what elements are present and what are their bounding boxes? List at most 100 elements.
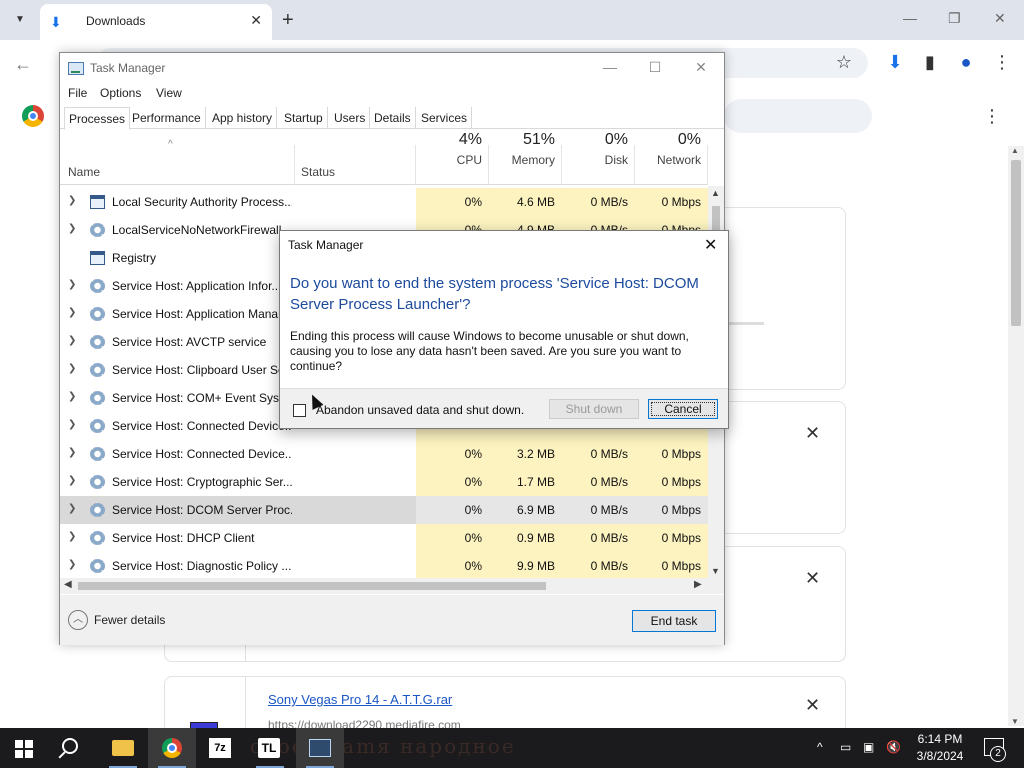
column-header-memory[interactable]: 51% Memory xyxy=(489,131,555,167)
volume-muted-icon[interactable]: 🔇 xyxy=(886,740,901,754)
side-panel-icon[interactable]: ▮ xyxy=(919,52,941,73)
scroll-right-arrow-icon[interactable]: ▶ xyxy=(694,579,702,590)
expand-chevron-icon[interactable]: ❯ xyxy=(68,391,78,402)
process-name: Service Host: Clipboard User Ser... xyxy=(112,363,292,377)
download-file-link[interactable]: Sony Vegas Pro 14 - A.T.T.G.rar xyxy=(268,692,452,707)
process-name: Service Host: Application Mana... xyxy=(112,307,289,321)
remove-download-icon[interactable]: ✕ xyxy=(805,423,820,444)
remove-download-icon[interactable]: ✕ xyxy=(805,568,820,589)
browser-restore-button[interactable]: ❐ xyxy=(948,10,961,27)
browser-close-button[interactable]: ✕ xyxy=(994,10,1006,27)
maximize-button[interactable]: ☐ xyxy=(640,59,670,76)
table-row[interactable]: ❯ Service Host: Connected Device... 0% 3.2 … xyxy=(60,440,708,468)
expand-chevron-icon[interactable]: ❯ xyxy=(68,559,78,570)
gear-icon xyxy=(90,307,105,321)
abandon-data-checkbox[interactable] xyxy=(293,404,306,417)
search-icon[interactable] xyxy=(62,738,78,754)
column-header-cpu[interactable]: 4% CPU xyxy=(416,131,482,167)
window-icon xyxy=(90,195,105,209)
tab-performance[interactable]: Performance xyxy=(128,107,206,129)
expand-chevron-icon[interactable]: ❯ xyxy=(68,447,78,458)
expand-chevron-icon[interactable]: ❯ xyxy=(68,531,78,542)
scroll-down-arrow-icon[interactable]: ▼ xyxy=(711,566,720,576)
profile-avatar-icon[interactable]: ● xyxy=(955,52,977,73)
scroll-up-arrow-icon[interactable]: ▲ xyxy=(1011,146,1019,155)
expand-chevron-icon[interactable]: ❯ xyxy=(68,195,78,206)
system-clock[interactable]: 6:14 PM 3/8/2024 xyxy=(908,731,972,765)
process-cpu-value: 0% xyxy=(464,195,482,209)
tab-app-history[interactable]: App history xyxy=(208,107,278,129)
gear-icon xyxy=(90,419,105,433)
scroll-left-arrow-icon[interactable]: ◀ xyxy=(64,579,72,590)
process-memory-value: 9.9 MB xyxy=(516,559,555,573)
tab-users[interactable]: Users xyxy=(330,107,371,129)
dialog-title: Task Manager xyxy=(288,238,364,252)
column-header-name[interactable]: Name xyxy=(68,165,100,179)
table-row[interactable]: ❯ Service Host: DHCP Client 0% 0.9 MB 0 MB/s… xyxy=(60,524,708,552)
downloads-toolbar-icon[interactable]: ⬇ xyxy=(884,52,906,73)
tablet-icon[interactable]: ▭ xyxy=(840,740,851,754)
minimize-button[interactable]: — xyxy=(595,59,625,75)
menu-options[interactable]: Options xyxy=(100,86,141,100)
downloads-menu-icon[interactable]: ⋮ xyxy=(983,106,1001,127)
expand-chevron-icon[interactable]: ❯ xyxy=(68,475,78,486)
cpu-label: CPU xyxy=(456,153,482,167)
bookmark-star-icon[interactable]: ☆ xyxy=(833,52,855,73)
fewer-details-button[interactable]: ︿ Fewer details xyxy=(68,610,188,632)
new-tab-button[interactable]: + xyxy=(282,8,294,32)
column-header-network[interactable]: 0% Network xyxy=(635,131,701,167)
close-button[interactable]: ✕ xyxy=(686,59,716,76)
expand-chevron-icon[interactable]: ❯ xyxy=(68,503,78,514)
table-row[interactable]: ❯ Service Host: DCOM Server Proc... 0% 6.9 … xyxy=(60,496,708,524)
browser-tab-downloads[interactable]: ⬇ Downloads ✕ xyxy=(40,4,272,40)
expand-chevron-icon[interactable]: ❯ xyxy=(68,419,78,430)
expand-chevron-icon[interactable]: ❯ xyxy=(68,307,78,318)
download-icon: ⬇ xyxy=(50,14,62,30)
expand-chevron-icon[interactable]: ❯ xyxy=(68,279,78,290)
network-label: Network xyxy=(656,153,701,167)
scroll-down-arrow-icon[interactable]: ▼ xyxy=(1011,717,1019,726)
browser-minimize-button[interactable]: — xyxy=(903,10,917,26)
process-memory-value: 0.9 MB xyxy=(516,531,555,545)
tab-services[interactable]: Services xyxy=(417,107,473,129)
downloads-search-field[interactable] xyxy=(724,99,872,133)
process-list-hscroll-thumb[interactable] xyxy=(78,582,546,590)
tab-close-icon[interactable]: ✕ xyxy=(250,12,262,29)
expand-chevron-icon[interactable]: ❯ xyxy=(68,363,78,374)
task-manager-title-bar[interactable]: Task Manager — ☐ ✕ xyxy=(60,53,724,83)
expand-chevron-icon[interactable]: ❯ xyxy=(68,223,78,234)
menu-file[interactable]: File xyxy=(68,86,87,100)
tab-search-chevron-icon[interactable]: ▼ xyxy=(8,8,32,32)
back-arrow-icon[interactable]: ← xyxy=(14,54,32,75)
7zip-icon[interactable]: 7z xyxy=(209,738,231,758)
expand-chevron-icon[interactable]: ❯ xyxy=(68,335,78,346)
cancel-button[interactable]: Cancel xyxy=(648,399,718,419)
folder-icon xyxy=(112,740,134,756)
shut-down-button[interactable]: Shut down xyxy=(549,399,639,419)
remove-download-icon[interactable]: ✕ xyxy=(805,695,820,716)
scroll-up-arrow-icon[interactable]: ▲ xyxy=(711,188,720,198)
gear-icon xyxy=(90,475,105,489)
chrome-menu-icon[interactable]: ⋮ xyxy=(991,52,1013,73)
abandon-data-checkbox-label[interactable]: Abandon unsaved data and shut down. xyxy=(316,403,524,417)
process-name: Service Host: Application Infor... xyxy=(112,279,282,293)
process-memory-value: 6.9 MB xyxy=(516,503,555,517)
tab-startup[interactable]: Startup xyxy=(280,107,328,129)
end-task-button[interactable]: End task xyxy=(632,610,716,632)
dialog-close-icon[interactable]: ✕ xyxy=(704,235,717,255)
table-row[interactable]: ❯ Service Host: Cryptographic Ser... 0% 1.7… xyxy=(60,468,708,496)
table-row[interactable]: ❯ Service Host: Diagnostic Policy ... 0% 9.… xyxy=(60,552,708,578)
process-name: Service Host: AVCTP service xyxy=(112,335,267,349)
menu-view[interactable]: View xyxy=(156,86,182,100)
page-scrollbar-thumb[interactable] xyxy=(1011,160,1021,326)
table-row[interactable]: ❯ Local Security Authority Process... 0% 4.… xyxy=(60,188,708,216)
network-icon[interactable]: ▣ xyxy=(863,740,874,754)
tab-details[interactable]: Details xyxy=(370,107,416,129)
column-header-disk[interactable]: 0% Disk xyxy=(562,131,628,167)
tray-chevron-icon[interactable]: ^ xyxy=(817,740,823,754)
tab-processes[interactable]: Processes xyxy=(64,107,131,130)
column-header-status[interactable]: Status xyxy=(301,165,335,179)
process-list-hscroll[interactable]: ◀ ▶ xyxy=(60,578,724,594)
page-scrollbar[interactable]: ▲ ▼ xyxy=(1008,146,1024,726)
start-windows-icon[interactable] xyxy=(15,740,33,758)
